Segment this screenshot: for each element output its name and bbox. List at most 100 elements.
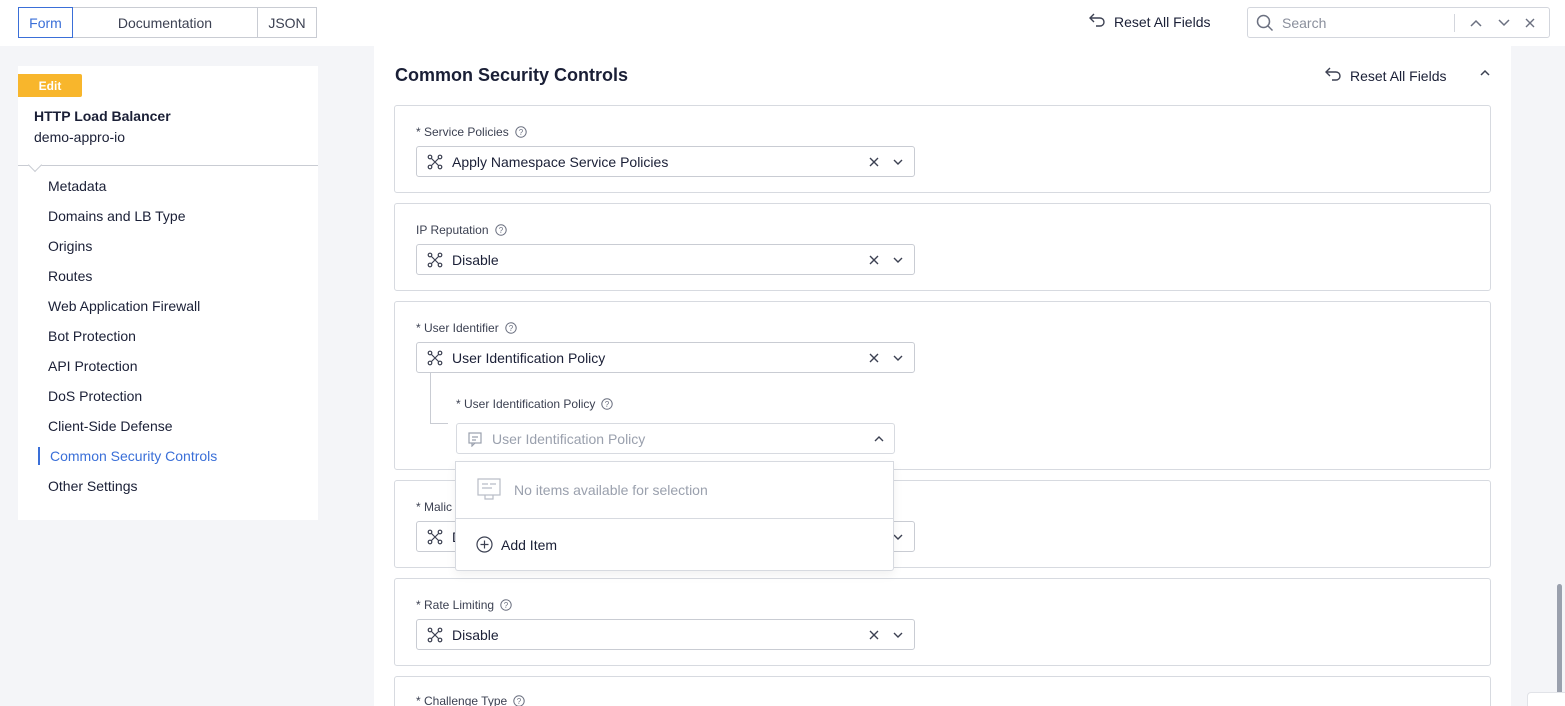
corner-widget bbox=[1527, 692, 1565, 706]
user-identifier-card: * User Identifier ? User Identification … bbox=[394, 301, 1491, 470]
sidebar-item-common-security-controls[interactable]: Common Security Controls bbox=[18, 441, 318, 471]
rate-limiting-label: * Rate Limiting ? bbox=[416, 598, 512, 612]
help-icon[interactable]: ? bbox=[513, 695, 525, 706]
reset-all-fields-label: Reset All Fields bbox=[1114, 13, 1211, 30]
sidebar-item-bot-protection[interactable]: Bot Protection bbox=[18, 321, 318, 351]
nesting-connector bbox=[430, 373, 448, 424]
svg-text:?: ? bbox=[605, 400, 610, 409]
section-title: Common Security Controls bbox=[395, 65, 629, 85]
sidebar-item-dos-protection[interactable]: DoS Protection bbox=[18, 381, 318, 411]
ip-reputation-card: IP Reputation ? Disable bbox=[394, 203, 1491, 291]
clear-icon[interactable] bbox=[867, 253, 881, 267]
plus-circle-icon bbox=[476, 536, 493, 553]
rate-limiting-select[interactable]: Disable bbox=[416, 619, 915, 650]
sidebar-notch bbox=[27, 157, 43, 173]
clear-icon[interactable] bbox=[867, 628, 881, 642]
ip-reputation-label: IP Reputation ? bbox=[416, 223, 507, 237]
chevron-down-icon[interactable] bbox=[892, 253, 904, 267]
section-reset-all-fields-button[interactable]: Reset All Fields bbox=[1324, 66, 1446, 85]
reset-all-fields-button[interactable]: Reset All Fields bbox=[1088, 12, 1210, 31]
help-icon[interactable]: ? bbox=[515, 126, 527, 138]
section-reset-label: Reset All Fields bbox=[1350, 67, 1447, 84]
sidebar-item-client-side-defense[interactable]: Client-Side Defense bbox=[18, 411, 318, 441]
user-identification-policy-placeholder: User Identification Policy bbox=[492, 430, 646, 447]
help-icon[interactable]: ? bbox=[505, 322, 517, 334]
ip-reputation-value: Disable bbox=[452, 251, 499, 268]
empty-state-text: No items available for selection bbox=[514, 482, 708, 498]
ip-reputation-label-text: IP Reputation bbox=[416, 223, 489, 237]
service-policies-value: Apply Namespace Service Policies bbox=[452, 153, 669, 170]
malicious-user-label-text: * Malic bbox=[416, 500, 453, 514]
view-mode-tabs: Form Documentation JSON bbox=[18, 7, 317, 38]
empty-state: No items available for selection bbox=[456, 462, 893, 519]
svg-text:?: ? bbox=[517, 697, 522, 706]
help-icon[interactable]: ? bbox=[601, 398, 614, 410]
sidebar-item-origins[interactable]: Origins bbox=[18, 231, 318, 261]
sidebar-item-api-protection[interactable]: API Protection bbox=[18, 351, 318, 381]
clear-icon[interactable] bbox=[867, 155, 881, 169]
chevron-down-icon[interactable] bbox=[1494, 13, 1514, 33]
empty-list-icon bbox=[477, 478, 501, 500]
choice-icon bbox=[427, 627, 443, 643]
sidebar-divider bbox=[18, 165, 318, 166]
sidebar-item-metadata[interactable]: Metadata bbox=[18, 171, 318, 201]
add-item-label: Add Item bbox=[501, 536, 558, 553]
challenge-type-label-text: * Challenge Type bbox=[416, 694, 508, 706]
service-policies-label-text: * Service Policies bbox=[416, 125, 509, 139]
user-identification-policy-select[interactable]: User Identification Policy bbox=[456, 423, 895, 454]
search-divider bbox=[1454, 14, 1455, 32]
collapse-section-icon[interactable] bbox=[1478, 66, 1492, 80]
rate-limiting-label-text: * Rate Limiting bbox=[416, 598, 495, 612]
add-item-button[interactable]: Add Item bbox=[456, 519, 893, 570]
ip-reputation-select[interactable]: Disable bbox=[416, 244, 915, 275]
chevron-down-icon[interactable] bbox=[892, 155, 904, 169]
clear-icon[interactable] bbox=[867, 351, 881, 365]
chevron-up-icon[interactable] bbox=[1466, 13, 1486, 33]
service-policies-card: * Service Policies ? Apply Namespace Ser… bbox=[394, 105, 1491, 193]
service-policies-label: * Service Policies ? bbox=[416, 125, 527, 139]
choice-icon bbox=[427, 252, 443, 268]
tab-documentation[interactable]: Documentation bbox=[72, 7, 258, 38]
user-identification-policy-dropdown: No items available for selection Add Ite… bbox=[455, 461, 894, 571]
search-box bbox=[1247, 7, 1550, 38]
user-identification-policy-label-text: * User Identification Policy bbox=[456, 397, 596, 411]
tab-json[interactable]: JSON bbox=[257, 7, 317, 38]
object-type: HTTP Load Balancer bbox=[34, 108, 171, 124]
rate-limiting-card: * Rate Limiting ? Disable bbox=[394, 578, 1491, 666]
undo-icon bbox=[1088, 12, 1106, 31]
malicious-user-label: * Malic bbox=[416, 500, 452, 514]
help-icon[interactable]: ? bbox=[500, 599, 512, 611]
sidebar-item-routes[interactable]: Routes bbox=[18, 261, 318, 291]
challenge-type-label: * Challenge Type ? bbox=[416, 694, 525, 706]
help-icon[interactable]: ? bbox=[494, 224, 507, 236]
svg-text:?: ? bbox=[518, 128, 523, 137]
svg-text:?: ? bbox=[504, 601, 509, 610]
choice-icon bbox=[427, 529, 443, 545]
service-policies-select[interactable]: Apply Namespace Service Policies bbox=[416, 146, 915, 177]
sidebar-item-web-application-firewall[interactable]: Web Application Firewall bbox=[18, 291, 318, 321]
main-panel: Common Security Controls Reset All Field… bbox=[374, 46, 1511, 706]
close-icon[interactable] bbox=[1520, 13, 1540, 33]
user-identifier-label: * User Identifier ? bbox=[416, 321, 517, 335]
search-input[interactable] bbox=[1282, 14, 1452, 31]
sidebar-item-other-settings[interactable]: Other Settings bbox=[18, 471, 318, 501]
rate-limiting-value: Disable bbox=[452, 626, 499, 643]
choice-icon bbox=[427, 350, 443, 366]
object-reference-icon bbox=[467, 431, 483, 447]
sidebar: Edit HTTP Load Balancer demo-appro-io Me… bbox=[18, 66, 318, 520]
edit-badge: Edit bbox=[18, 74, 82, 97]
top-bar: Form Documentation JSON Reset All Fields bbox=[0, 0, 1565, 46]
user-identifier-label-text: * User Identifier bbox=[416, 321, 499, 335]
sidebar-item-domains-and-lb-type[interactable]: Domains and LB Type bbox=[18, 201, 318, 231]
svg-text:?: ? bbox=[498, 226, 503, 235]
search-icon bbox=[1256, 14, 1274, 32]
choice-icon bbox=[427, 154, 443, 170]
chevron-down-icon[interactable] bbox=[892, 628, 904, 642]
chevron-down-icon[interactable] bbox=[892, 351, 904, 365]
scrollbar-thumb[interactable] bbox=[1557, 584, 1562, 696]
challenge-type-card: * Challenge Type ? bbox=[394, 676, 1491, 706]
tab-form[interactable]: Form bbox=[18, 7, 73, 38]
chevron-up-icon[interactable] bbox=[873, 432, 885, 446]
user-identifier-select[interactable]: User Identification Policy bbox=[416, 342, 915, 373]
user-identification-policy-label: * User Identification Policy ? bbox=[456, 397, 614, 411]
